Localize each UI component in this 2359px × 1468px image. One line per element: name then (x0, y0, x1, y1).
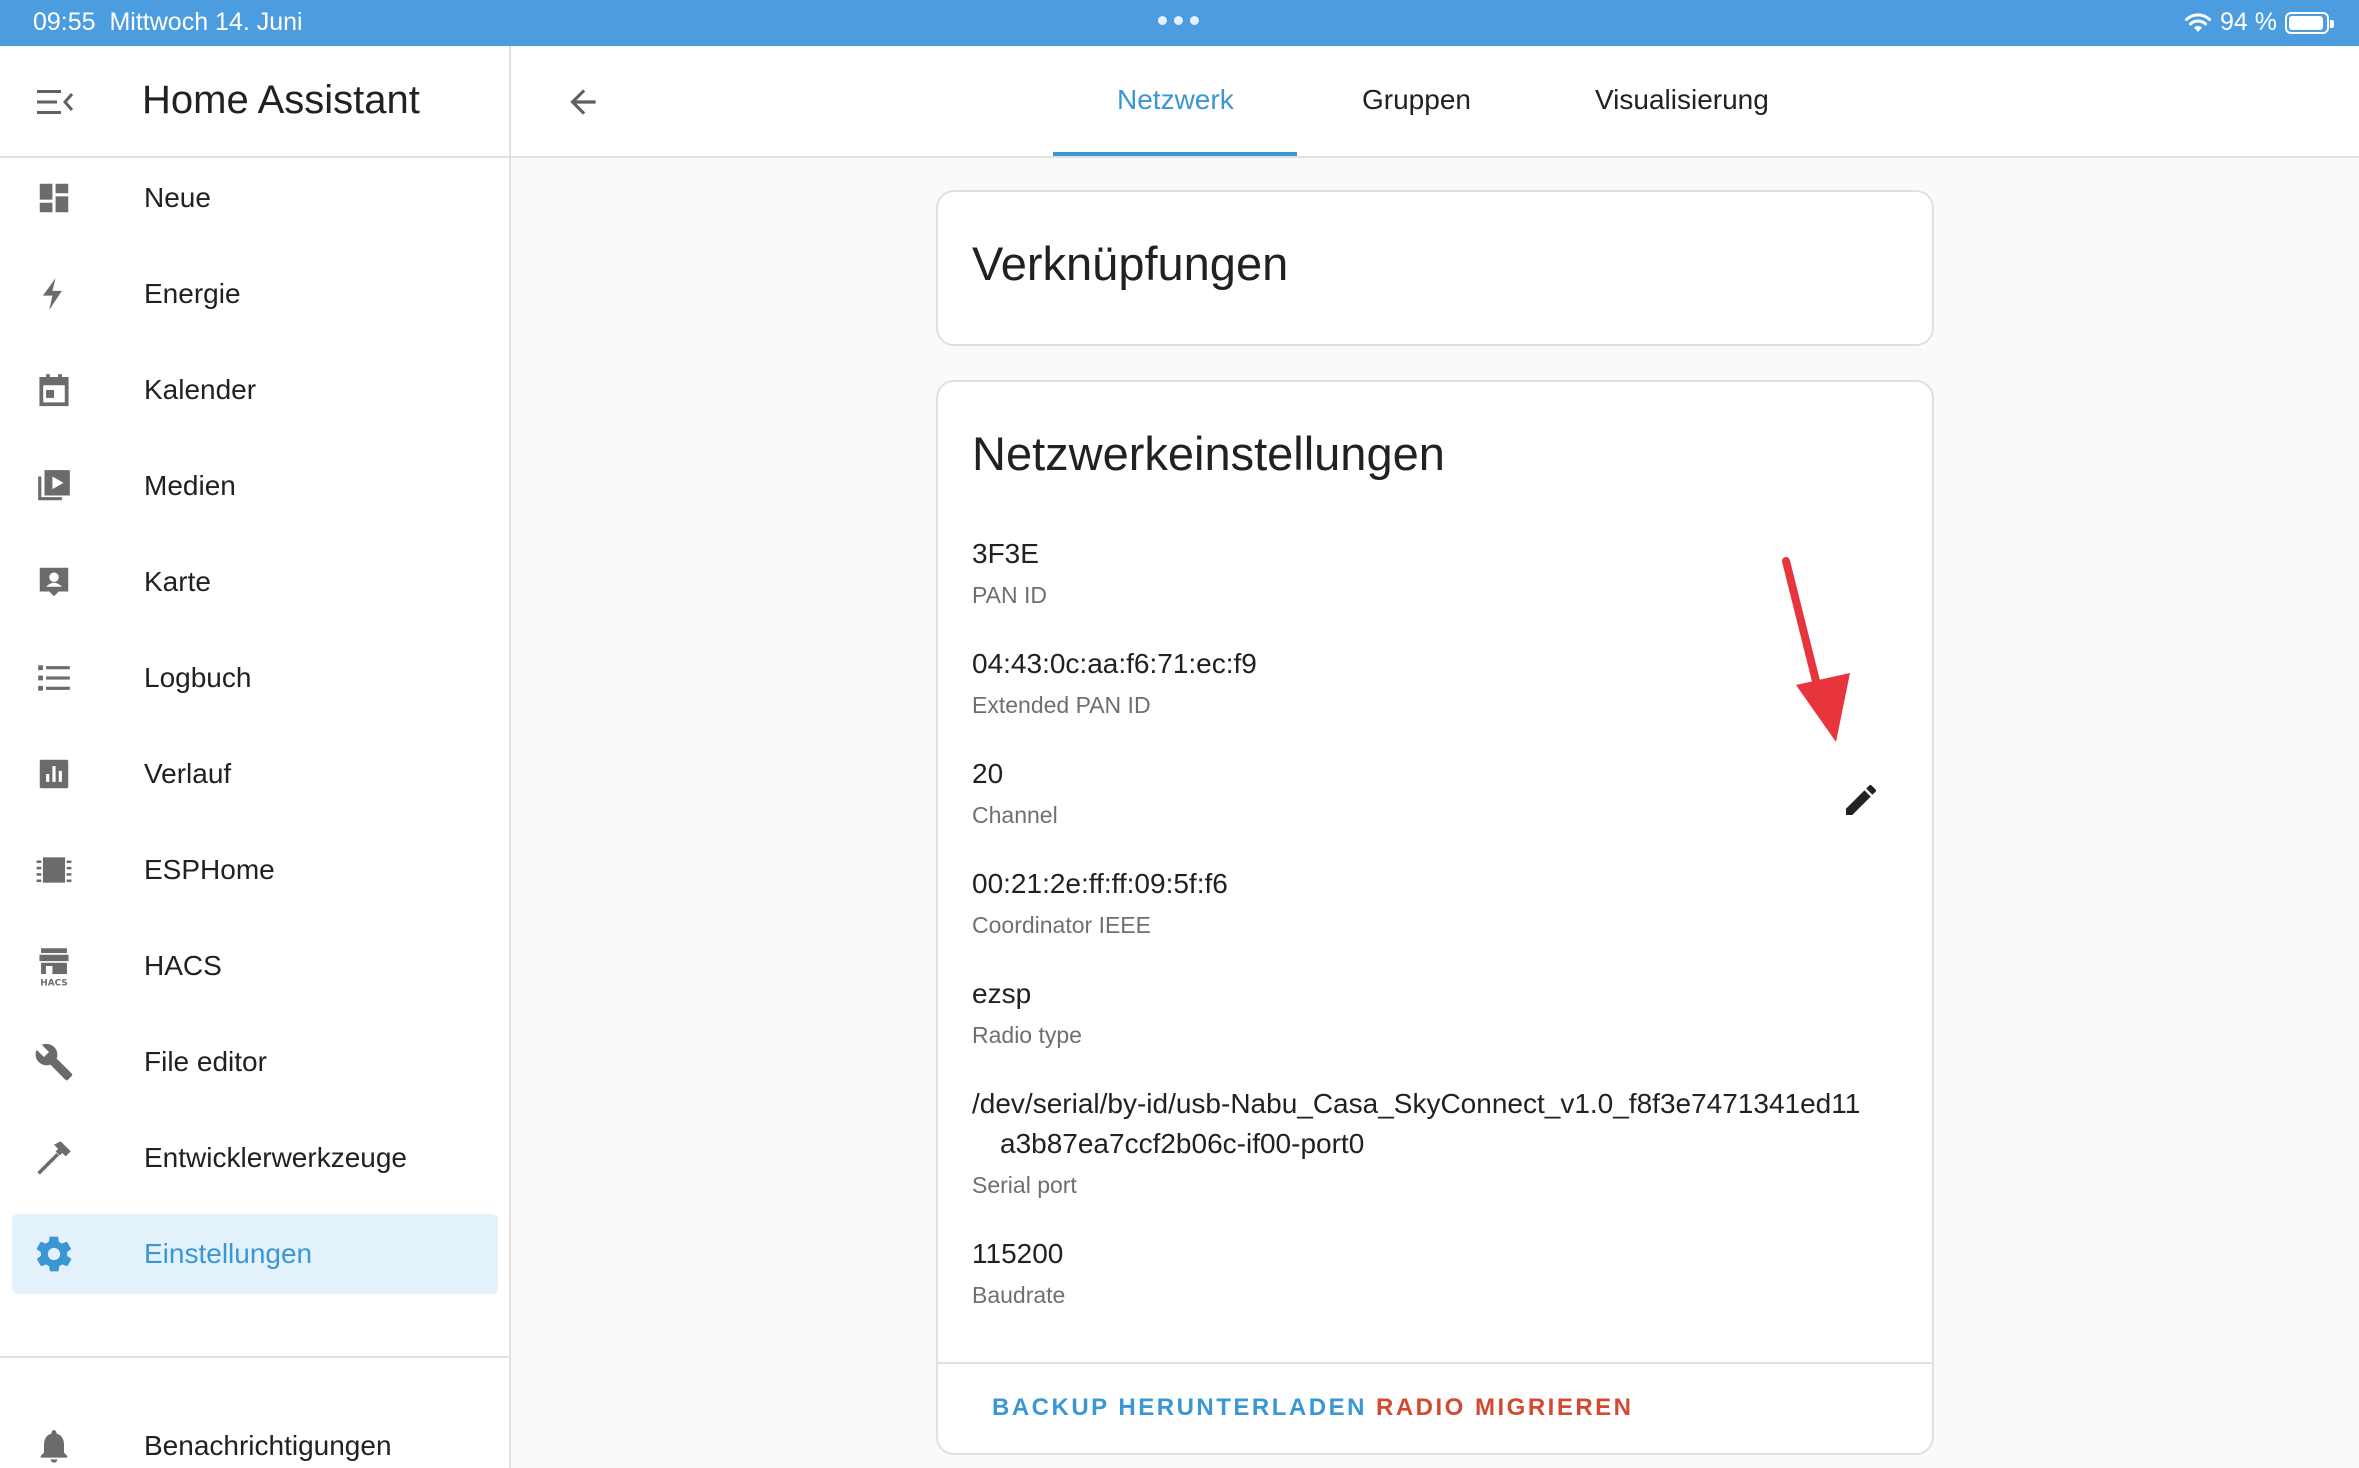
sidebar-item-label: Kalender (144, 374, 257, 405)
sidebar-item-file-editor[interactable]: File editor (12, 1022, 498, 1102)
field-label: Extended PAN ID (972, 692, 1151, 718)
wifi-icon (2185, 12, 2212, 32)
field-value: 3F3E (972, 538, 1039, 569)
tab-gruppen[interactable]: Gruppen (1362, 84, 1471, 116)
sidebar-item-hacs[interactable]: HACS HACS (12, 926, 498, 1006)
sidebar-item-label: Karte (144, 566, 211, 597)
field-label: Coordinator IEEE (972, 912, 1151, 938)
field-label: Serial port (972, 1172, 1077, 1198)
sidebar-divider (0, 1356, 509, 1358)
sidebar-item-label: Benachrichtigungen (144, 1430, 392, 1461)
status-time: 09:55 Mittwoch 14. Juni (33, 8, 303, 36)
sidebar-item-label: Verlauf (144, 758, 232, 789)
sidebar-item-entwicklerwerkzeuge[interactable]: Entwicklerwerkzeuge (12, 1118, 498, 1198)
hammer-icon (32, 1136, 76, 1180)
field-value: 04:43:0c:aa:f6:71:ec:f9 (972, 648, 1257, 679)
sidebar-item-esphome[interactable]: ESPHome (12, 830, 498, 910)
field-pan-id: 3F3E PAN ID (972, 534, 1047, 609)
card-actions-divider (938, 1362, 1932, 1364)
sidebar-header: Home Assistant (0, 46, 509, 158)
chip-icon (32, 848, 76, 892)
lightning-bolt-icon (32, 272, 76, 316)
map-account-icon (32, 560, 76, 604)
app-title: Home Assistant (142, 78, 420, 122)
sidebar-item-kalender[interactable]: Kalender (12, 350, 498, 430)
sidebar-item-energie[interactable]: Energie (12, 254, 498, 334)
field-radio-type: ezsp Radio type (972, 974, 1082, 1049)
field-coordinator-ieee: 00:21:2e:ff:ff:09:5f:f6 Coordinator IEEE (972, 864, 1228, 939)
top-bar: Netzwerk Gruppen Visualisierung (511, 46, 2359, 158)
field-serial-port: /dev/serial/by-id/usb-Nabu_Casa_SkyConne… (972, 1084, 1860, 1199)
bar-chart-icon (32, 752, 76, 796)
sidebar-item-benachrichtigungen[interactable]: Benachrichtigungen (12, 1406, 498, 1468)
wrench-icon (32, 1040, 76, 1084)
shortcuts-card-title: Verknüpfungen (972, 237, 1289, 290)
list-icon (32, 656, 76, 700)
field-value: ezsp (972, 978, 1032, 1009)
multitasking-dots-icon[interactable] (1158, 16, 1199, 25)
field-value: /dev/serial/by-id/usb-Nabu_Casa_SkyConne… (972, 1084, 1860, 1164)
serial-port-line1: /dev/serial/by-id/usb-Nabu_Casa_SkyConne… (972, 1088, 1861, 1119)
sidebar-item-medien[interactable]: Medien (12, 446, 498, 526)
sidebar-item-label: Energie (144, 278, 241, 309)
sidebar-item-einstellungen[interactable]: Einstellungen (12, 1214, 498, 1294)
field-label: Channel (972, 802, 1058, 828)
status-right: 94 % (2184, 8, 2334, 37)
field-label: PAN ID (972, 582, 1047, 608)
sidebar-item-label: Einstellungen (144, 1238, 313, 1269)
sidebar-item-label: Logbuch (144, 662, 252, 693)
sidebar-item-karte[interactable]: Karte (12, 542, 498, 622)
media-play-icon (32, 464, 76, 508)
network-settings-title: Netzwerkeinstellungen (972, 427, 1445, 480)
sidebar-item-label: Entwicklerwerkzeuge (144, 1142, 407, 1173)
backup-download-button[interactable]: BACKUP HERUNTERLADEN (992, 1394, 1367, 1422)
network-settings-card: Netzwerkeinstellungen 3F3E PAN ID 04:43:… (936, 380, 1934, 1455)
status-date: Mittwoch 14. Juni (109, 8, 303, 36)
status-bar: 09:55 Mittwoch 14. Juni 94 % (0, 0, 2359, 46)
field-value: 115200 (972, 1238, 1064, 1269)
back-arrow-icon[interactable] (561, 80, 605, 124)
sidebar-item-label: Medien (144, 470, 236, 501)
field-baudrate: 115200 Baudrate (972, 1234, 1065, 1309)
sidebar-item-label: ESPHome (144, 854, 275, 885)
sidebar-item-logbuch[interactable]: Logbuch (12, 638, 498, 718)
sidebar-item-neue[interactable]: Neue (12, 158, 498, 238)
hacs-badge-text: HACS (40, 978, 67, 987)
bell-icon (32, 1424, 76, 1468)
field-value: 20 (972, 758, 1004, 789)
field-channel: 20 Channel (972, 754, 1058, 829)
hacs-store-icon: HACS (32, 944, 76, 988)
gear-icon (32, 1232, 76, 1276)
sidebar: Home Assistant Neue Energie Kalender Med… (0, 46, 511, 1468)
tab-netzwerk[interactable]: Netzwerk (1117, 84, 1234, 116)
field-value: 00:21:2e:ff:ff:09:5f:f6 (972, 868, 1228, 899)
sidebar-item-label: Neue (144, 182, 211, 213)
shortcuts-card: Verknüpfungen (936, 190, 1934, 346)
dashboard-icon (32, 176, 76, 220)
field-label: Radio type (972, 1022, 1082, 1048)
sidebar-item-verlauf[interactable]: Verlauf (12, 734, 498, 814)
battery-icon (2285, 11, 2334, 34)
field-label: Baudrate (972, 1282, 1066, 1308)
migrate-radio-button[interactable]: RADIO MIGRIEREN (1376, 1394, 1634, 1422)
tab-active-indicator (1053, 152, 1297, 156)
serial-port-line2: a3b87ea7ccf2b06c-if00-port0 (1000, 1128, 1365, 1159)
edit-pencil-icon[interactable] (1833, 772, 1889, 828)
sidebar-item-label: File editor (144, 1046, 267, 1077)
battery-percent: 94 % (2220, 8, 2277, 36)
sidebar-item-label: HACS (144, 950, 222, 981)
menu-collapse-icon[interactable] (32, 82, 78, 122)
tab-visualisierung[interactable]: Visualisierung (1595, 84, 1769, 116)
field-extended-pan-id: 04:43:0c:aa:f6:71:ec:f9 Extended PAN ID (972, 644, 1257, 719)
annotation-arrow (1782, 557, 1850, 742)
calendar-icon (32, 368, 76, 412)
